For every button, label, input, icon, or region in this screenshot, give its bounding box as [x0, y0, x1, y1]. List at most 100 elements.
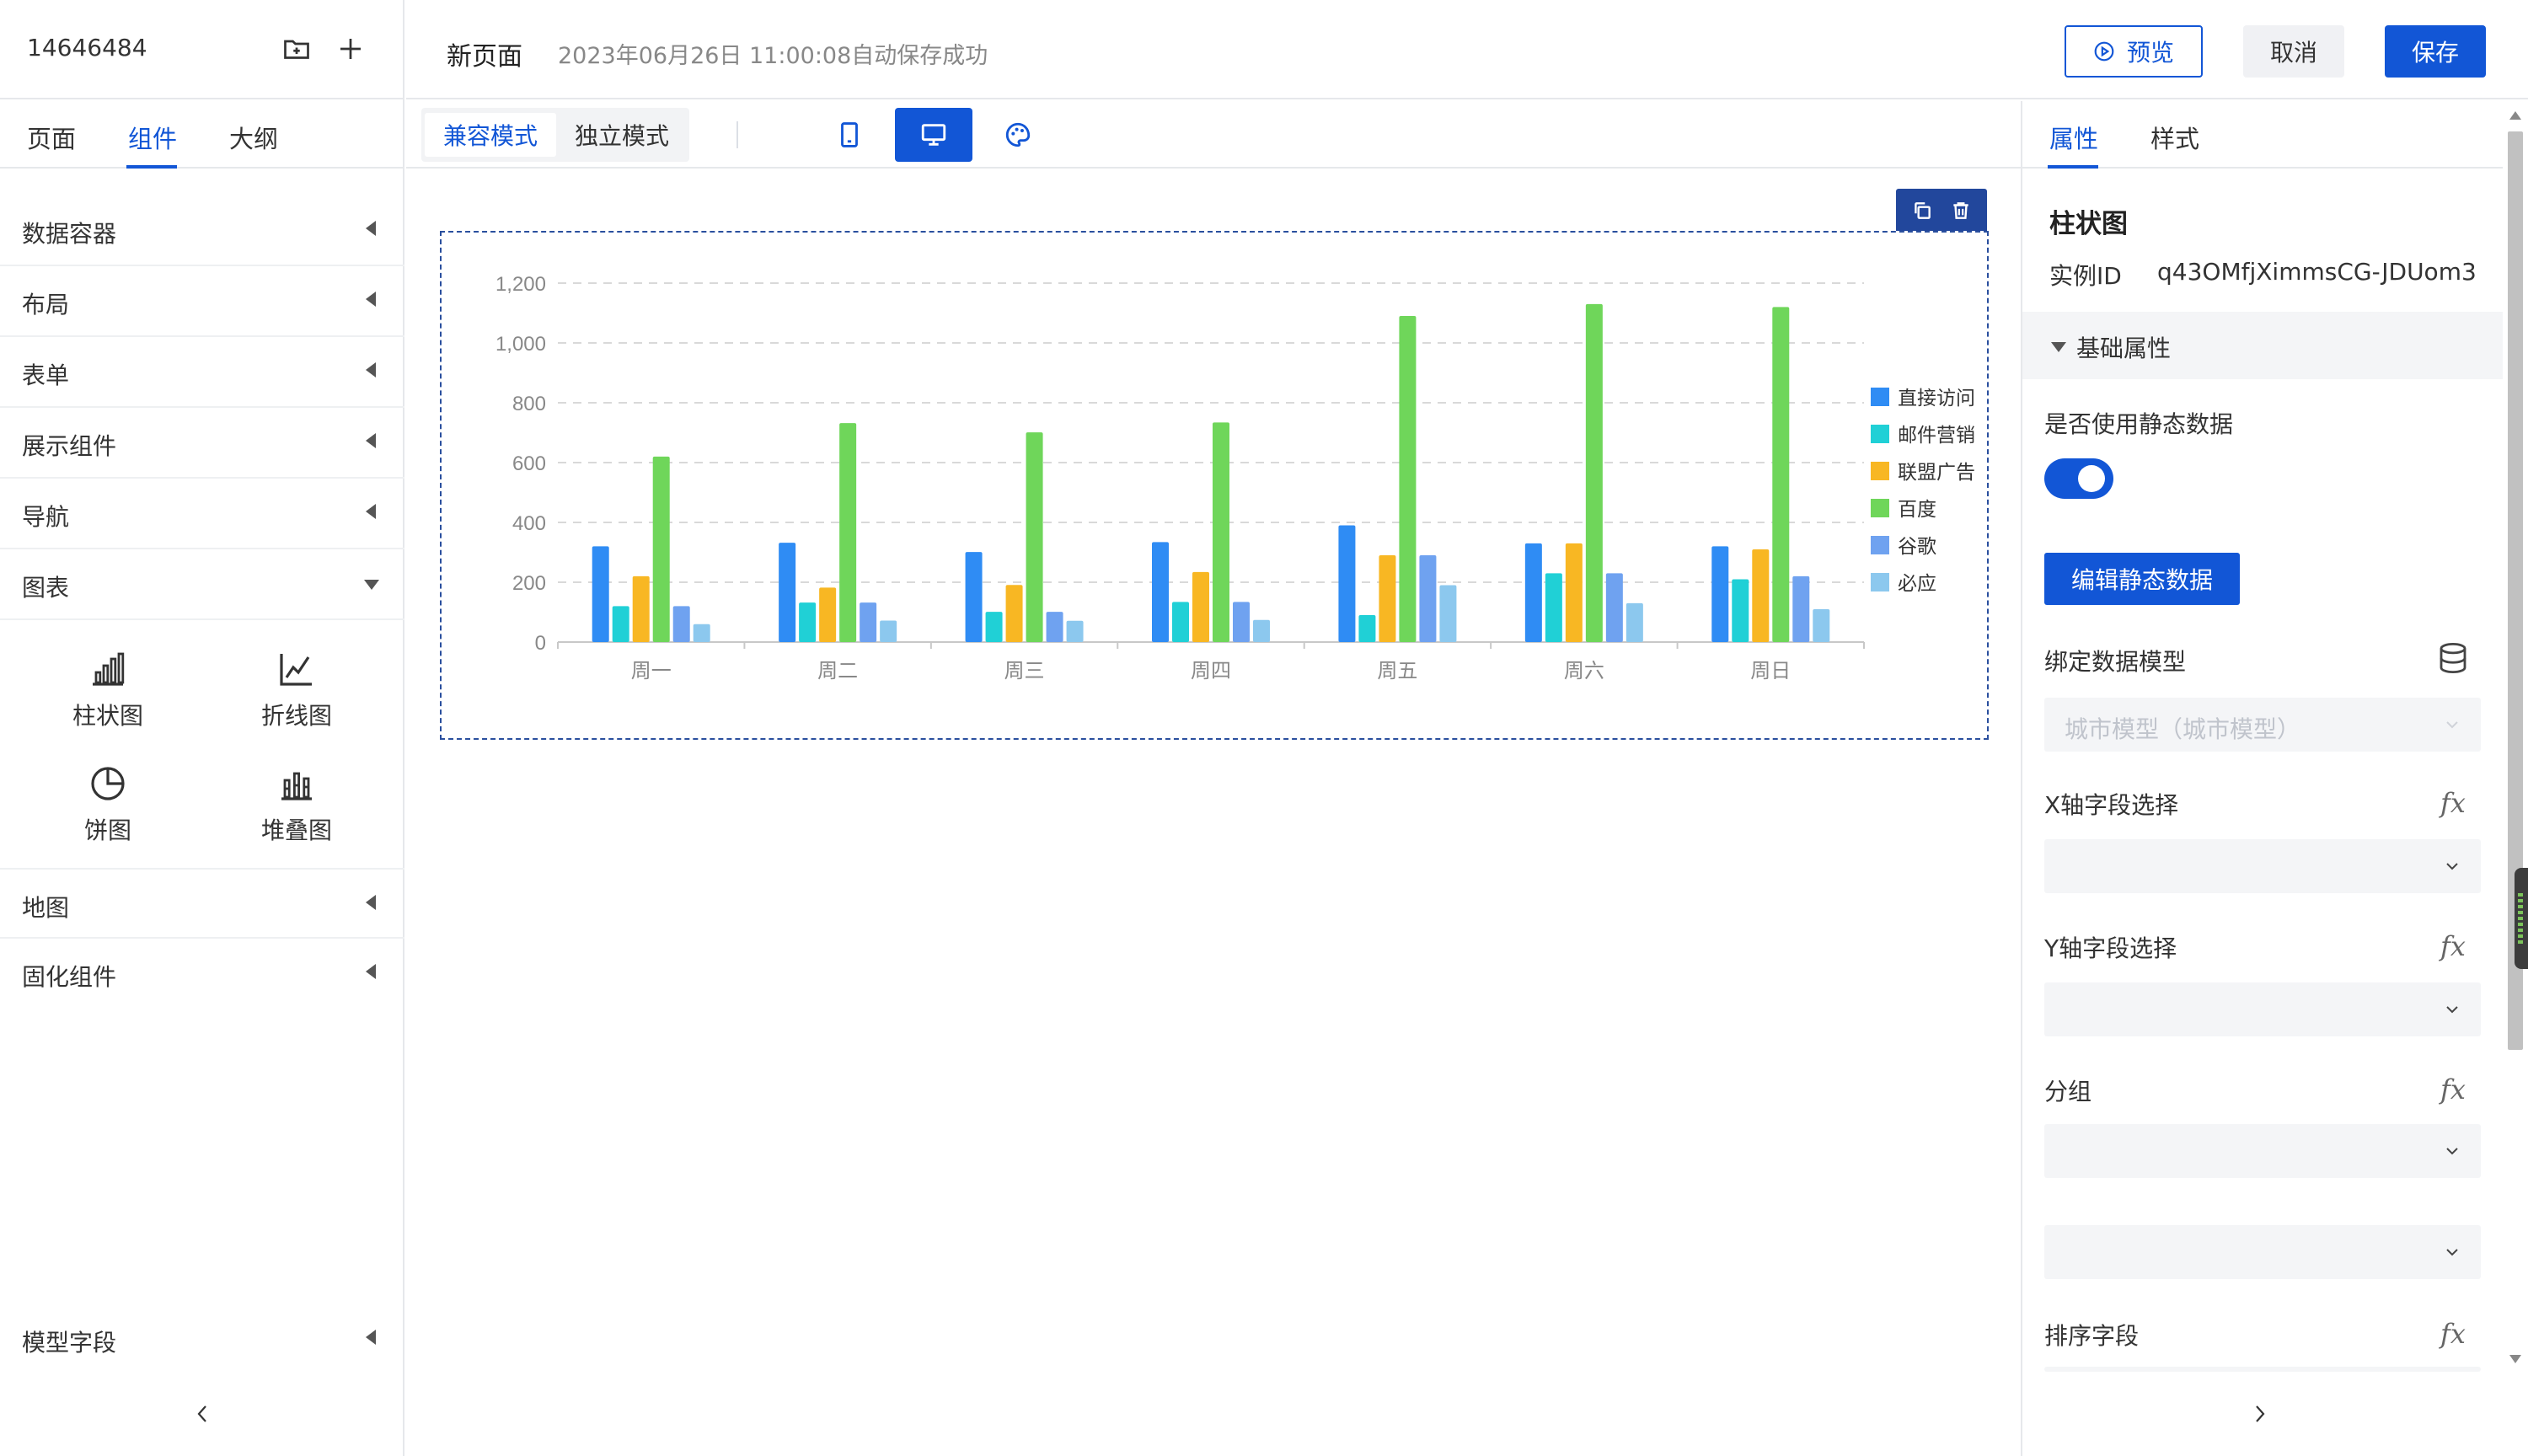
tab-styles[interactable]: 样式 [2150, 120, 2199, 155]
component-bar-chart[interactable]: 柱状图 [24, 649, 192, 741]
x-field-select[interactable] [2044, 839, 2481, 893]
scroll-up-icon[interactable] [2509, 111, 2521, 120]
bar [1026, 432, 1043, 642]
line-chart-icon [280, 654, 312, 686]
category-layout[interactable]: 布局 [0, 266, 404, 337]
group-select[interactable] [2044, 1124, 2481, 1178]
bar [860, 602, 877, 642]
category-data-container[interactable]: 数据容器 [0, 195, 404, 266]
bar [965, 552, 983, 642]
sort-field-label: 排序字段 [2044, 1322, 2140, 1350]
bar [1399, 316, 1417, 642]
preview-label: 预览 [2126, 39, 2174, 67]
bar [1711, 546, 1729, 642]
bar-chart-component[interactable]: 0 200 400 600 800 1,000 1,200 周一 周二 周三 周四 周五 周六 周日 直接访… [440, 231, 1989, 740]
bar [1605, 573, 1623, 642]
y-tick-label: 200 [512, 572, 546, 595]
category-label: 地图 [22, 894, 70, 922]
collapse-right-icon[interactable] [2250, 1402, 2270, 1426]
bar [1792, 575, 1810, 642]
bar [1585, 303, 1603, 642]
caret-left-icon [366, 362, 376, 377]
add-icon[interactable] [335, 34, 366, 64]
caret-left-icon [366, 964, 376, 979]
caret-left-icon [366, 1330, 376, 1345]
save-button[interactable]: 保存 [2385, 25, 2486, 78]
edit-static-data-button[interactable]: 编辑静态数据 [2044, 553, 2240, 605]
category-label: 导航 [22, 503, 70, 531]
bar-chart: 0 200 400 600 800 1,000 1,200 周一 周二 周三 周四 周五 周六 周日 直接访… [495, 273, 1975, 682]
component-line-chart[interactable]: 折线图 [212, 649, 381, 741]
caret-left-icon [366, 433, 376, 448]
database-icon[interactable] [2435, 640, 2471, 676]
instance-id-label: 实例ID [2049, 262, 2122, 290]
category-form[interactable]: 表单 [0, 337, 404, 408]
mode-standalone[interactable]: 独立模式 [556, 113, 688, 157]
legend-label: 直接访问 [1898, 388, 1975, 410]
category-chart[interactable]: 图表 [0, 549, 404, 620]
component-stacked-chart[interactable]: 堆叠图 [212, 763, 381, 856]
fx-icon[interactable]: fx [2440, 1318, 2466, 1350]
tab-components[interactable]: 组件 [128, 120, 177, 155]
fx-icon[interactable]: fx [2440, 1073, 2466, 1105]
group-label: 分组 [2044, 1078, 2092, 1105]
sort-field-select[interactable] [2044, 1367, 2481, 1372]
category-fixed[interactable]: 固化组件 [0, 939, 404, 1009]
category-map[interactable]: 地图 [0, 868, 404, 939]
instance-id-value: q43OMfjXimmsCG-JDUom3 [2157, 258, 2477, 286]
caret-left-icon [366, 895, 376, 910]
static-data-toggle[interactable] [2044, 458, 2113, 499]
bar [1005, 585, 1023, 642]
category-label: 图表 [22, 574, 70, 602]
section-label: 基础属性 [2076, 335, 2172, 362]
basic-properties-section[interactable]: 基础属性 [2022, 312, 2503, 379]
fx-icon[interactable]: fx [2440, 787, 2466, 819]
tab-pages[interactable]: 页面 [27, 120, 76, 155]
device-desktop-button[interactable] [895, 108, 972, 162]
chevron-down-icon [2446, 1148, 2458, 1155]
bar [1213, 422, 1229, 642]
bar [1172, 602, 1189, 642]
theme-button[interactable] [979, 108, 1057, 162]
top-header: 新页面 2023年06月26日 11:00:08自动保存成功 预览 取消 保存 [406, 0, 2528, 99]
data-model-select[interactable]: 城市模型（城市模型） [2044, 698, 2481, 752]
right-panel-scrollbar[interactable] [2503, 101, 2528, 1372]
mode-compatible[interactable]: 兼容模式 [425, 113, 556, 157]
y-tick-label: 400 [512, 512, 546, 535]
bar-chart-icon [93, 652, 125, 686]
scroll-down-icon[interactable] [2509, 1355, 2521, 1363]
new-folder-icon[interactable] [281, 34, 312, 64]
delete-icon[interactable] [1950, 200, 1972, 222]
copy-icon[interactable] [1911, 200, 1933, 222]
bar [819, 587, 837, 642]
tab-outline[interactable]: 大纲 [229, 120, 278, 155]
y-field-select[interactable] [2044, 982, 2481, 1036]
chevron-down-icon [2446, 721, 2458, 729]
x-tick-label: 周四 [1191, 659, 1231, 682]
preview-button[interactable]: 预览 [2065, 25, 2203, 78]
category-navigation[interactable]: 导航 [0, 479, 404, 549]
bar [1813, 608, 1830, 642]
bar [612, 606, 629, 642]
collapse-left-icon[interactable] [192, 1402, 212, 1426]
stacked-chart-icon [281, 772, 312, 800]
legend-label: 必应 [1898, 573, 1936, 595]
category-model-fields[interactable]: 模型字段 [0, 1304, 404, 1375]
tab-properties[interactable]: 属性 [2049, 120, 2098, 155]
legend-label: 谷歌 [1898, 536, 1936, 558]
legend-swatch [1871, 425, 1889, 443]
device-mobile-button[interactable] [811, 108, 888, 162]
cancel-button[interactable]: 取消 [2243, 25, 2344, 78]
group-secondary-select[interactable] [2044, 1225, 2481, 1279]
category-label: 固化组件 [22, 963, 117, 991]
bar [1419, 555, 1437, 642]
component-label: 柱状图 [72, 702, 143, 730]
category-label: 表单 [22, 361, 70, 389]
side-dock-handle[interactable] [2515, 868, 2528, 969]
fx-icon[interactable]: fx [2440, 930, 2466, 962]
bar [1192, 571, 1209, 642]
category-display[interactable]: 展示组件 [0, 408, 404, 479]
component-pie-chart[interactable]: 饼图 [24, 763, 192, 856]
bar [839, 423, 857, 642]
chevron-down-icon [2446, 1006, 2458, 1014]
